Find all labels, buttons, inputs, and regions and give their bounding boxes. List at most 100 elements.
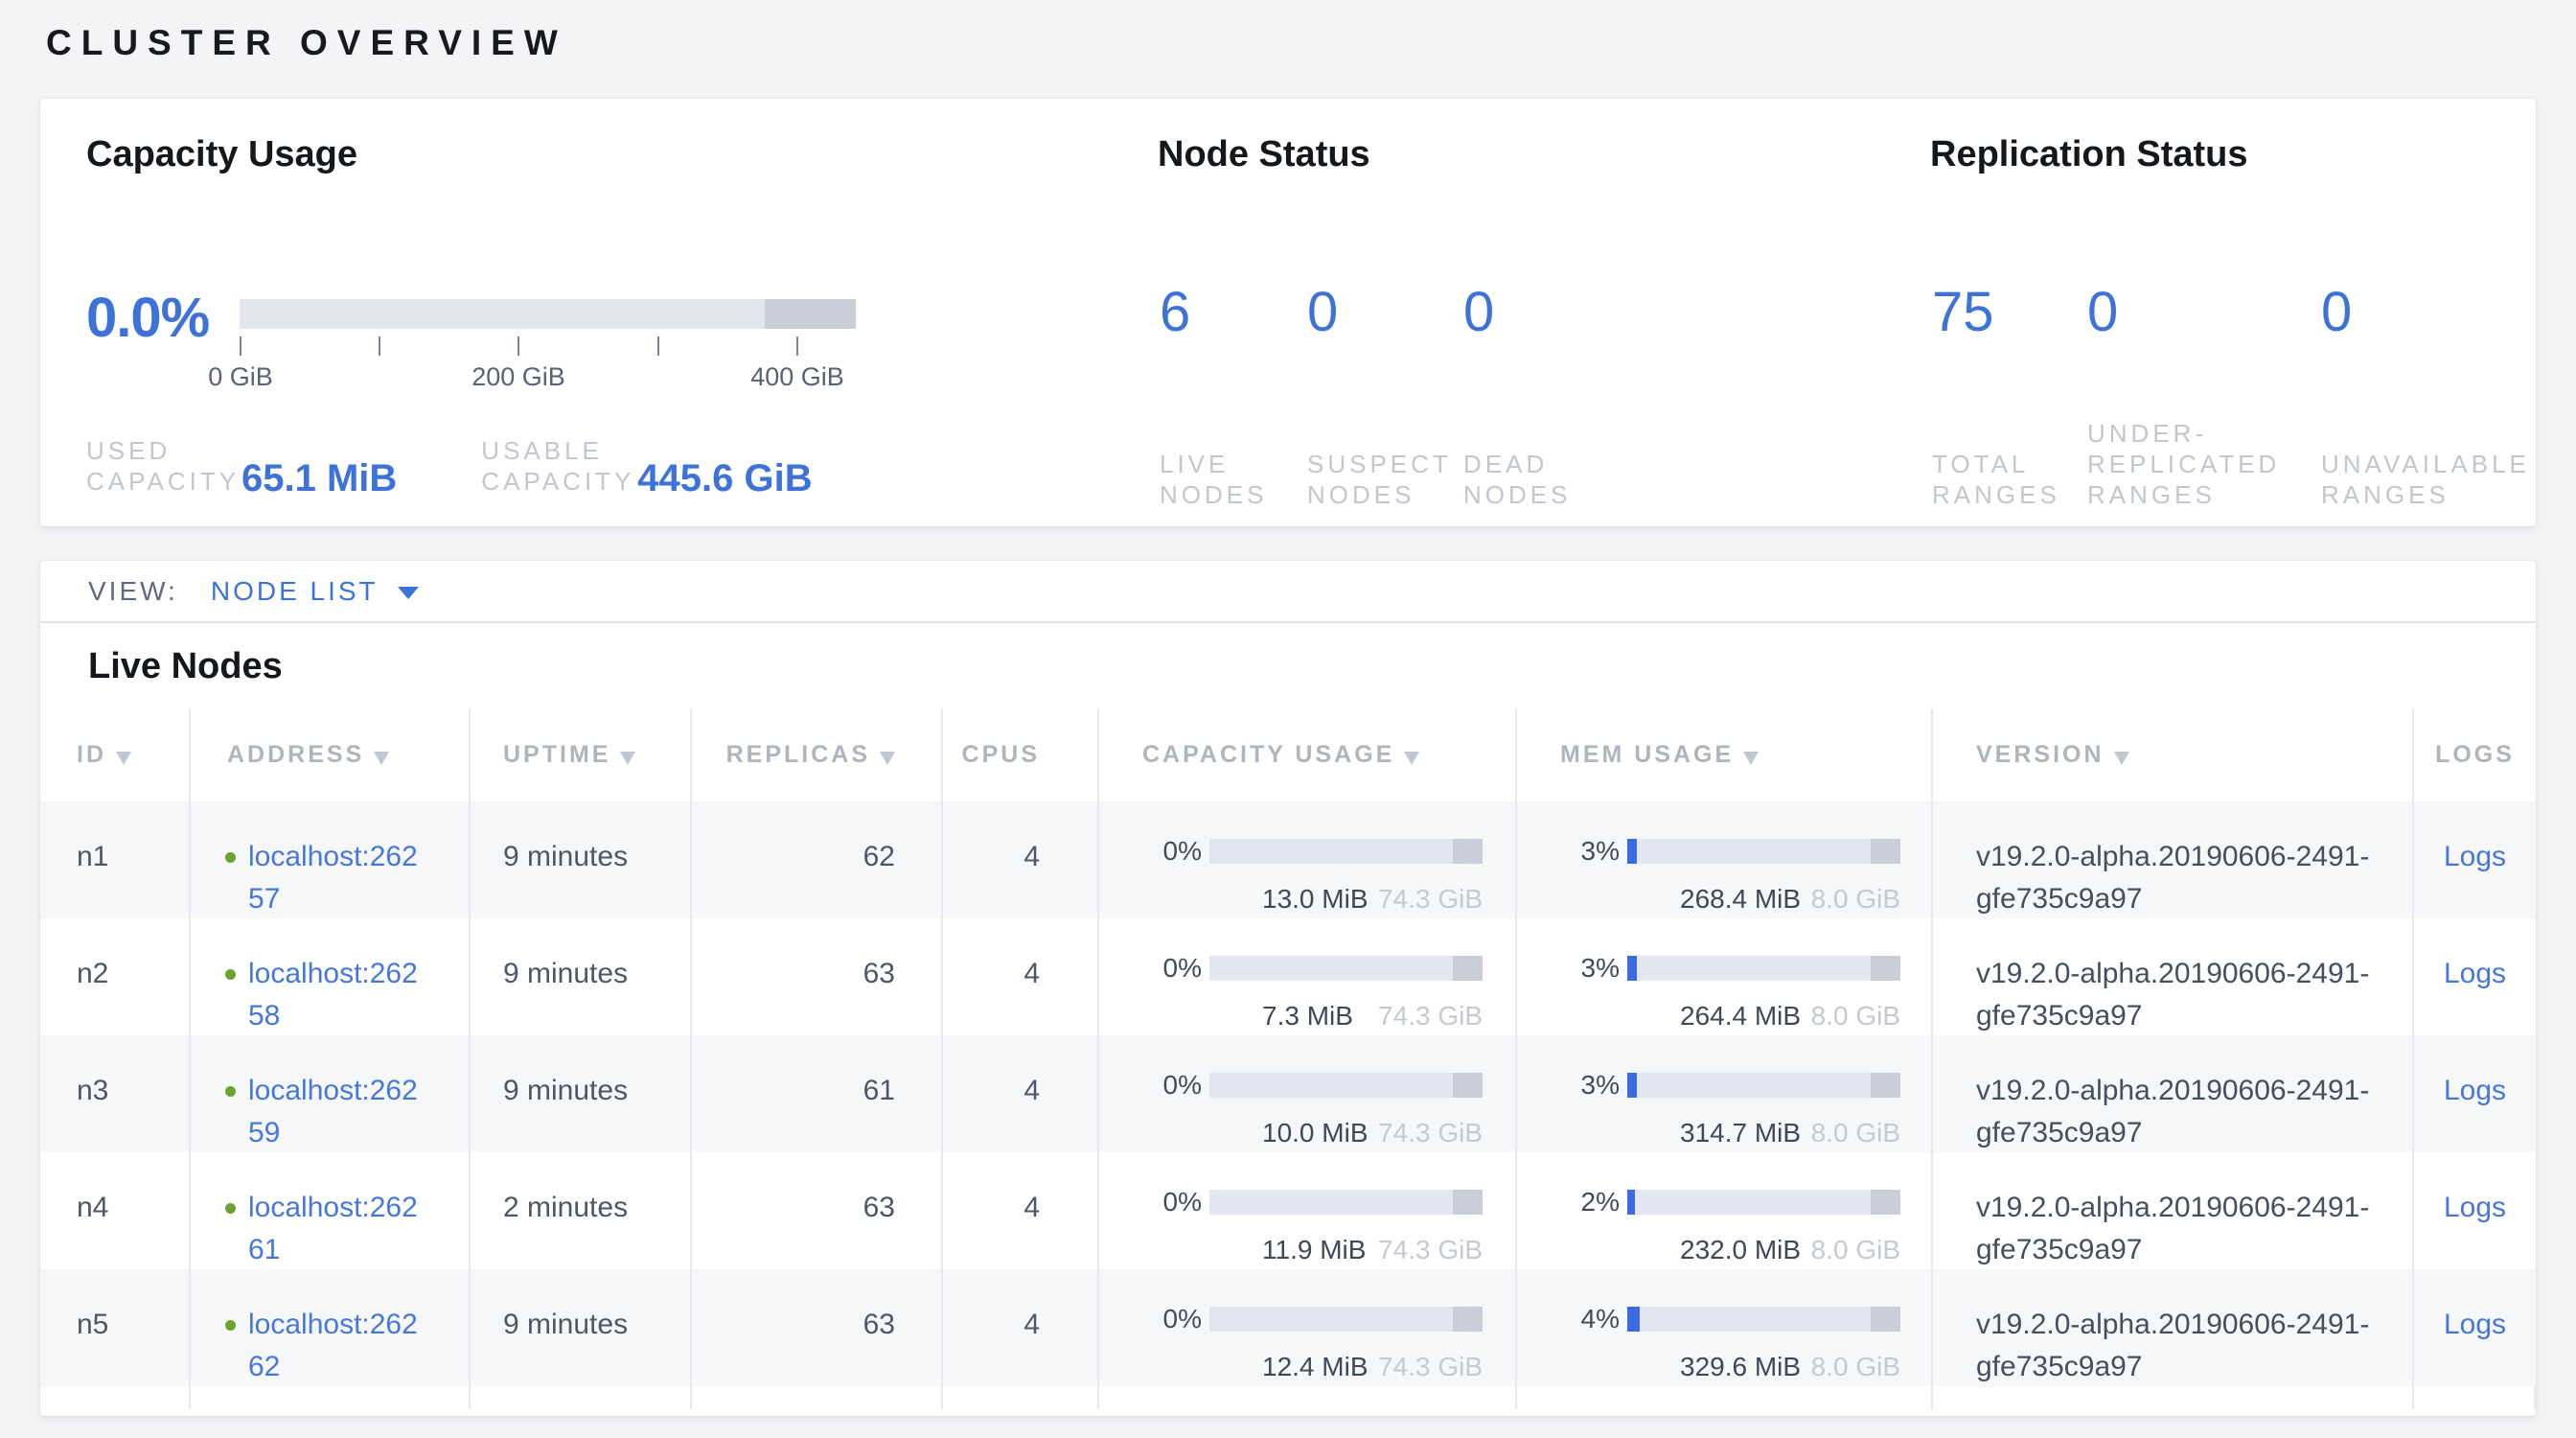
suspect-nodes-label: SUSPECT NODES [1307, 449, 1463, 510]
mem-total-value: 8.0 GiB [1811, 1229, 1900, 1271]
node-mem-cell: 3% 268.4 MiB 8.0 GiB [1517, 801, 1933, 920]
node-live-dot-icon [225, 969, 236, 980]
unavailable-ranges-label: UNAVAILABLE RANGES [2321, 449, 2561, 510]
node-uptime-cell: 9 minutes [471, 1035, 692, 1154]
node-replicas-cell: 63 [692, 1152, 943, 1271]
column-header-address[interactable]: ADDRESS [191, 708, 471, 801]
column-header-version[interactable]: VERSION [1933, 708, 2414, 801]
replication-status-panel: Replication Status 75 0 0 TOTAL RANGES U… [1930, 134, 2505, 175]
logs-link[interactable]: Logs [2444, 1192, 2506, 1223]
node-id-cell: n4 [40, 1152, 191, 1271]
chevron-down-icon [398, 587, 419, 599]
sort-desc-icon [1743, 752, 1759, 765]
node-address-link[interactable]: localhost:262 62 [248, 1304, 418, 1388]
capacity-total-value: 74.3 GiB [1378, 1346, 1483, 1388]
unavailable-ranges-count: 0 [2321, 280, 2561, 344]
live-nodes-count: 6 [1160, 280, 1307, 344]
capacity-usage-title: Capacity Usage [86, 134, 930, 175]
capacity-used-value: 13.0 MiB [1262, 878, 1368, 920]
cluster-overview-page: CLUSTER OVERVIEW Capacity Usage 0.0% 0 G… [0, 0, 2576, 1438]
column-header-mem-usage[interactable]: MEM USAGE [1517, 708, 1933, 801]
replication-status-title: Replication Status [1930, 134, 2505, 175]
axis-tick [379, 336, 380, 356]
node-id-cell: n1 [40, 801, 191, 920]
capacity-usage-bar [1209, 956, 1483, 981]
mem-usage-bar [1627, 839, 1900, 864]
dead-nodes-count: 0 [1463, 280, 1636, 344]
sort-desc-icon [620, 752, 635, 765]
table-row: n5 localhost:262 62 9 minutes 63 4 0% 12… [40, 1269, 2536, 1386]
node-capacity-cell: 0% 11.9 MiB 74.3 GiB [1099, 1152, 1517, 1271]
node-logs-cell: Logs [2414, 1152, 2536, 1271]
live-nodes-label: LIVE NODES [1160, 449, 1307, 510]
node-version-cell: v19.2.0-alpha.20190606-2491- gfe735c9a97 [1933, 1269, 2414, 1388]
capacity-gauge-bar [240, 299, 856, 329]
column-header-logs: LOGS [2414, 708, 2536, 801]
table-row: n3 localhost:262 59 9 minutes 61 4 0% 10… [40, 1035, 2536, 1152]
table-row: n4 localhost:262 61 2 minutes 63 4 0% 11… [40, 1152, 2536, 1269]
node-address-cell: localhost:262 58 [191, 918, 471, 1037]
node-cpus-cell: 4 [943, 801, 1099, 920]
capacity-used-value: 10.0 MiB [1262, 1112, 1368, 1154]
node-cpus-cell: 4 [943, 1269, 1099, 1388]
mem-total-value: 8.0 GiB [1811, 1346, 1900, 1388]
node-uptime-cell: 9 minutes [471, 1269, 692, 1388]
node-live-dot-icon [225, 1086, 236, 1097]
mem-total-value: 8.0 GiB [1811, 878, 1900, 920]
node-mem-cell: 2% 232.0 MiB 8.0 GiB [1517, 1152, 1933, 1271]
mem-usage-bar [1627, 956, 1900, 981]
node-status-panel: Node Status 6 0 0 LIVE NODES SUSPECT NOD… [1158, 134, 1905, 175]
axis-tick [796, 336, 798, 356]
table-row: n1 localhost:262 57 9 minutes 62 4 0% 13… [40, 801, 2536, 918]
column-header-replicas[interactable]: REPLICAS [692, 708, 943, 801]
capacity-usage-bar [1209, 839, 1483, 864]
node-id-cell: n5 [40, 1269, 191, 1388]
node-address-link[interactable]: localhost:262 59 [248, 1070, 418, 1154]
node-version-cell: v19.2.0-alpha.20190606-2491- gfe735c9a97 [1933, 801, 2414, 920]
mem-used-value: 329.6 MiB [1680, 1346, 1801, 1388]
view-label: VIEW: [88, 576, 178, 607]
node-logs-cell: Logs [2414, 801, 2536, 920]
under-replicated-label: UNDER- REPLICATED RANGES [2087, 418, 2321, 510]
capacity-used-value: 12.4 MiB [1262, 1346, 1368, 1388]
axis-tick [657, 336, 659, 356]
node-live-dot-icon [225, 852, 236, 863]
logs-link[interactable]: Logs [2444, 841, 2506, 872]
view-selector-dropdown[interactable]: NODE LIST [211, 576, 419, 607]
node-logs-cell: Logs [2414, 1035, 2536, 1154]
capacity-percent: 0.0% [86, 286, 240, 350]
node-address-cell: localhost:262 62 [191, 1269, 471, 1388]
node-capacity-cell: 0% 12.4 MiB 74.3 GiB [1099, 1269, 1517, 1388]
column-header-cpus[interactable]: CPUS [943, 708, 1099, 801]
node-address-link[interactable]: localhost:262 61 [248, 1187, 418, 1271]
mem-usage-bar [1627, 1307, 1900, 1332]
column-header-uptime[interactable]: UPTIME [471, 708, 692, 801]
node-id-cell: n3 [40, 1035, 191, 1154]
logs-link[interactable]: Logs [2444, 1075, 2506, 1106]
node-address-cell: localhost:262 59 [191, 1035, 471, 1154]
total-ranges-label: TOTAL RANGES [1932, 449, 2087, 510]
node-mem-cell: 3% 264.4 MiB 8.0 GiB [1517, 918, 1933, 1037]
usable-capacity-label: USABLE CAPACITY [481, 435, 626, 497]
column-header-capacity-usage[interactable]: CAPACITY USAGE [1099, 708, 1517, 801]
logs-link[interactable]: Logs [2444, 1309, 2506, 1340]
node-address-cell: localhost:262 61 [191, 1152, 471, 1271]
axis-tick-label: 400 GiB [730, 362, 864, 392]
mem-percent-label: 3% [1560, 947, 1620, 989]
node-address-link[interactable]: localhost:262 58 [248, 953, 418, 1037]
node-mem-cell: 3% 314.7 MiB 8.0 GiB [1517, 1035, 1933, 1154]
mem-usage-bar [1627, 1073, 1900, 1098]
node-replicas-cell: 62 [692, 801, 943, 920]
view-selected-value: NODE LIST [211, 576, 379, 607]
mem-percent-label: 3% [1560, 1064, 1620, 1106]
node-address-link[interactable]: localhost:262 57 [248, 836, 418, 920]
capacity-total-value: 74.3 GiB [1378, 995, 1483, 1037]
live-nodes-table: ID ADDRESS UPTIME REPLICAS CPUS CAPACITY… [40, 708, 2536, 1409]
capacity-usage-panel: Capacity Usage 0.0% 0 GiB 200 GiB 400 Gi… [86, 134, 930, 175]
logs-link[interactable]: Logs [2444, 958, 2506, 989]
mem-percent-label: 3% [1560, 830, 1620, 872]
under-replicated-count: 0 [2087, 280, 2321, 344]
capacity-usage-bar [1209, 1307, 1483, 1332]
column-header-id[interactable]: ID [40, 708, 191, 801]
mem-percent-label: 4% [1560, 1298, 1620, 1340]
